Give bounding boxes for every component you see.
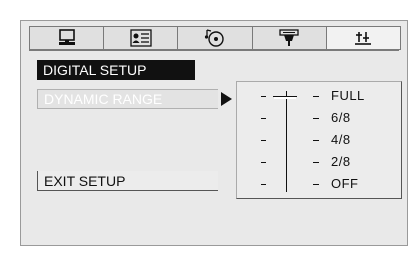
scale-tick <box>261 140 266 141</box>
menu-title-digital-setup: DIGITAL SETUP <box>37 60 195 80</box>
dynamic-range-panel: FULL 6/8 4/8 2/8 OFF <box>236 81 402 199</box>
range-option-4-8[interactable]: 4/8 <box>237 130 403 150</box>
range-option-label: OFF <box>331 176 359 191</box>
range-option-label: 6/8 <box>331 110 351 125</box>
range-option-label: 4/8 <box>331 132 351 147</box>
range-option-off[interactable]: OFF <box>237 174 403 194</box>
range-option-6-8[interactable]: 6/8 <box>237 108 403 128</box>
tab-language[interactable] <box>103 26 178 50</box>
scale-tick <box>261 96 266 97</box>
range-option-2-8[interactable]: 2/8 <box>237 152 403 172</box>
range-option-label: 2/8 <box>331 154 351 169</box>
monitor-icon <box>58 29 75 45</box>
tab-audio[interactable] <box>177 26 252 50</box>
setup-screen: DIGITAL SETUP DYNAMIC RANGE EXIT SETUP F… <box>20 20 408 246</box>
scale-tick <box>261 118 266 119</box>
range-option-label: FULL <box>331 88 365 103</box>
language-card-icon <box>130 29 152 47</box>
disc-audio-icon <box>204 29 224 47</box>
speaker-icon <box>279 29 299 46</box>
tab-speaker[interactable] <box>251 26 326 50</box>
tab-underline <box>29 50 399 51</box>
option-bullet <box>313 162 319 163</box>
range-option-full[interactable]: FULL <box>237 86 403 106</box>
scale-tick <box>261 184 266 185</box>
menu-item-exit-setup[interactable]: EXIT SETUP <box>37 171 218 191</box>
tab-video[interactable] <box>29 26 104 50</box>
tab-preferences[interactable] <box>325 26 402 50</box>
scale-tick <box>261 162 266 163</box>
option-bullet <box>313 118 319 119</box>
equalizer-sliders-icon <box>355 32 372 45</box>
option-bullet <box>313 184 319 185</box>
option-bullet <box>313 140 319 141</box>
submenu-arrow-icon <box>221 92 232 106</box>
option-bullet <box>313 96 319 97</box>
setup-tab-bar <box>21 21 407 51</box>
menu-item-dynamic-range[interactable]: DYNAMIC RANGE <box>37 89 218 109</box>
